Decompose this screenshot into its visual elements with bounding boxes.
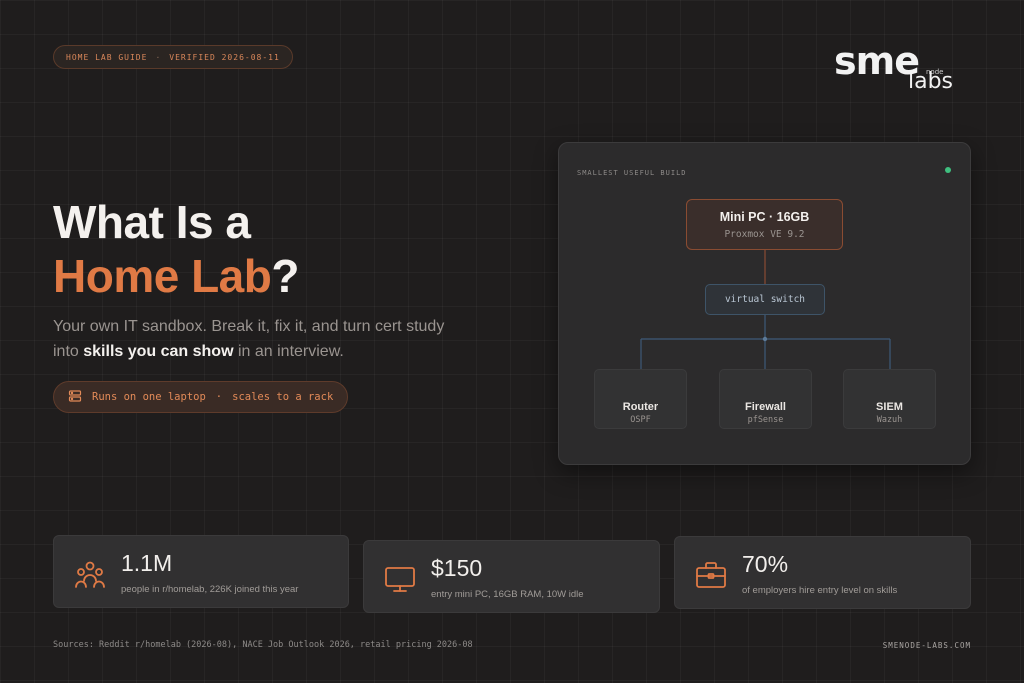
- server-icon: [68, 389, 82, 406]
- host-title: Mini PC · 16GB: [719, 210, 810, 224]
- siem-node: SIEM Wazuh: [843, 369, 936, 429]
- page-title: What Is a Home Lab?: [53, 195, 299, 303]
- leaf-title: Router: [622, 401, 659, 413]
- badge-label: HOME LAB GUIDE: [66, 52, 148, 62]
- stat-description: entry mini PC, 16GB RAM, 10W idle: [431, 589, 584, 600]
- leaf-subtitle: pfSense: [747, 415, 784, 425]
- stat-value: 1.1M: [121, 550, 173, 576]
- title-line-2: Home Lab?: [53, 249, 299, 303]
- guide-badge: HOME LAB GUIDE · VERIFIED 2026-08-11: [53, 45, 293, 69]
- subtitle-text-end: in an interview.: [233, 343, 344, 360]
- site-url[interactable]: SMENODE-LABS.COM: [883, 641, 971, 650]
- stat-description: people in r/homelab, 226K joined this ye…: [121, 584, 299, 595]
- router-node: Router OSPF: [594, 369, 687, 429]
- hero-subtitle: Your own IT sandbox. Break it, fix it, a…: [53, 314, 473, 364]
- pill-right-text: scales to a rack: [232, 391, 334, 403]
- stat-value: 70%: [742, 551, 789, 577]
- host-node: Mini PC · 16GB Proxmox VE 9.2: [686, 199, 843, 250]
- stat-card-employers: 70% of employers hire entry level on ski…: [674, 536, 971, 609]
- brand-logo: sme node labs: [834, 39, 974, 96]
- leaf-subtitle: Wazuh: [876, 415, 903, 425]
- leaf-title: Firewall: [745, 401, 786, 413]
- badge-separator: ·: [155, 52, 162, 62]
- pill-left-text: Runs on one laptop: [92, 391, 206, 403]
- people-icon: [73, 557, 107, 591]
- briefcase-icon: [694, 558, 728, 592]
- virtual-switch-node: virtual switch: [705, 284, 825, 315]
- host-subtitle: Proxmox VE 9.2: [724, 229, 805, 240]
- diagram-label: SMALLEST USEFUL BUILD: [577, 169, 687, 177]
- build-diagram-card: SMALLEST USEFUL BUILD Mini PC · 16GB Pro…: [558, 142, 971, 465]
- status-dot: [945, 167, 951, 173]
- monitor-icon: [383, 562, 417, 596]
- stat-card-cost: $150 entry mini PC, 16GB RAM, 10W idle: [363, 540, 660, 613]
- sources-text: Sources: Reddit r/homelab (2026-08), NAC…: [53, 640, 473, 650]
- stat-card-community: 1.1M people in r/homelab, 226K joined th…: [53, 535, 349, 608]
- logo-secondary: labs: [908, 69, 954, 94]
- firewall-node: Firewall pfSense: [719, 369, 812, 429]
- scale-pill: Runs on one laptop · scales to a rack: [53, 381, 349, 413]
- subtitle-emphasis: skills you can show: [83, 343, 234, 360]
- leaf-subtitle: OSPF: [630, 415, 651, 425]
- badge-verified-date: VERIFIED 2026-08-11: [169, 52, 280, 62]
- leaf-title: SIEM: [876, 401, 903, 413]
- title-line-1: What Is a: [53, 196, 251, 248]
- stat-description: of employers hire entry level on skills: [742, 585, 898, 596]
- title-accent: Home Lab: [53, 250, 272, 302]
- logo-primary: sme: [834, 39, 920, 83]
- title-suffix: ?: [271, 250, 299, 302]
- pill-separator: ·: [215, 391, 223, 403]
- stat-value: $150: [431, 555, 483, 581]
